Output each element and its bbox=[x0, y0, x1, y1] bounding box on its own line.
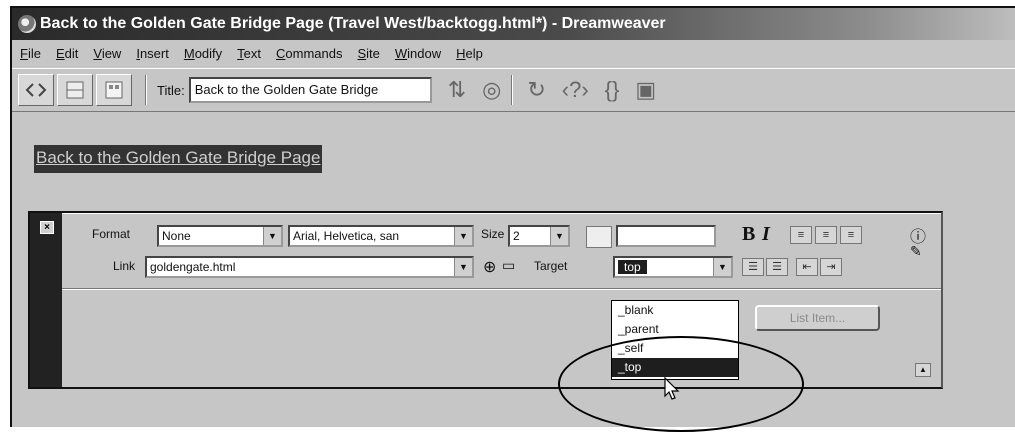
chevron-down-icon: ▼ bbox=[263, 227, 281, 245]
menu-help[interactable]: Help bbox=[456, 46, 483, 61]
format-value: None bbox=[162, 229, 191, 243]
close-icon[interactable]: × bbox=[40, 221, 54, 234]
link-input[interactable]: goldengate.html ▼ bbox=[145, 256, 474, 278]
text-outdent-icon[interactable]: ⇤ bbox=[796, 258, 818, 276]
browse-folder-icon[interactable]: ▭ bbox=[502, 257, 515, 274]
format-label: Format bbox=[92, 227, 131, 241]
view-options-icon[interactable]: ▣ bbox=[635, 77, 656, 103]
refresh-icon[interactable]: ↻ bbox=[527, 77, 545, 103]
toolbar-separator bbox=[511, 75, 514, 105]
page-title-input[interactable]: Back to the Golden Gate Bridge bbox=[188, 77, 432, 103]
menu-commands[interactable]: Commands bbox=[276, 46, 342, 61]
font-value: Arial, Helvetica, san bbox=[293, 229, 400, 243]
unordered-list-icon[interactable]: ☰ bbox=[742, 258, 764, 276]
preview-browser-icon[interactable]: ◎ bbox=[482, 77, 501, 103]
target-value: top bbox=[618, 260, 647, 274]
menu-site[interactable]: Site bbox=[357, 46, 379, 61]
text-color-swatch[interactable] bbox=[586, 226, 612, 248]
target-option-blank[interactable]: _blank bbox=[612, 301, 738, 320]
format-select[interactable]: None ▼ bbox=[157, 225, 283, 247]
menu-insert[interactable]: Insert bbox=[136, 46, 169, 61]
title-bar: Back to the Golden Gate Bridge Page (Tra… bbox=[12, 8, 1015, 40]
text-color-input[interactable] bbox=[616, 225, 716, 247]
expand-arrow-icon[interactable]: ▲ bbox=[915, 363, 931, 377]
align-left-icon[interactable]: ≡ bbox=[790, 226, 812, 244]
list-item-button[interactable]: List Item... bbox=[755, 305, 880, 331]
property-inspector: × Format None ▼ Arial, Helvetica, san ▼ … bbox=[28, 211, 943, 389]
size-select[interactable]: 2 ▼ bbox=[508, 225, 570, 247]
split-view-icon bbox=[66, 81, 84, 99]
code-navigation-icon[interactable]: {} bbox=[605, 77, 620, 103]
inspector-divider bbox=[62, 288, 941, 290]
menu-window[interactable]: Window bbox=[395, 46, 441, 61]
menu-modify[interactable]: Modify bbox=[184, 46, 222, 61]
point-to-file-icon[interactable]: ⊕ bbox=[483, 257, 496, 277]
target-select[interactable]: top ▼ bbox=[613, 256, 733, 278]
split-view-button[interactable] bbox=[57, 74, 93, 106]
target-label: Target bbox=[534, 259, 568, 273]
menu-text[interactable]: Text bbox=[237, 46, 261, 61]
menu-file[interactable]: File bbox=[20, 46, 41, 61]
align-right-icon[interactable]: ≡ bbox=[840, 226, 862, 244]
bold-button[interactable]: B bbox=[742, 223, 755, 246]
code-view-icon bbox=[25, 83, 47, 97]
menu-bar: File Edit View Insert Modify Text Comman… bbox=[12, 41, 1015, 65]
chevron-down-icon: ▼ bbox=[713, 258, 731, 276]
quick-tag-editor-icon[interactable]: ✎ bbox=[910, 243, 922, 260]
window-title: Back to the Golden Gate Bridge Page (Tra… bbox=[40, 15, 666, 32]
inspector-grip-strip[interactable] bbox=[30, 213, 62, 387]
dreamweaver-app-icon bbox=[18, 15, 36, 33]
size-label: Size bbox=[481, 227, 505, 241]
align-center-icon[interactable]: ≡ bbox=[815, 226, 837, 244]
size-value: 2 bbox=[513, 229, 520, 243]
ordered-list-icon[interactable]: ☰ bbox=[766, 258, 788, 276]
text-indent-icon[interactable]: ⇥ bbox=[820, 258, 842, 276]
chevron-down-icon: ▼ bbox=[550, 227, 568, 245]
selected-link-text[interactable]: Back to the Golden Gate Bridge Page bbox=[34, 145, 323, 173]
document-toolbar: Title: Back to the Golden Gate Bridge ⇅ … bbox=[12, 68, 1015, 112]
design-view-button[interactable] bbox=[96, 74, 132, 106]
toolbar-separator bbox=[145, 75, 147, 105]
title-label: Title: bbox=[157, 82, 185, 98]
highlight-ellipse bbox=[558, 336, 804, 432]
chevron-down-icon: ▼ bbox=[454, 227, 472, 245]
mouse-pointer-icon bbox=[664, 377, 680, 400]
file-management-icon[interactable]: ⇅ bbox=[448, 77, 466, 103]
code-view-button[interactable] bbox=[18, 74, 54, 106]
reference-icon[interactable]: ‹?› bbox=[562, 77, 589, 103]
font-select[interactable]: Arial, Helvetica, san ▼ bbox=[288, 225, 474, 247]
design-view-icon bbox=[105, 81, 123, 99]
menu-edit[interactable]: Edit bbox=[56, 46, 78, 61]
link-value: goldengate.html bbox=[150, 260, 236, 274]
menu-view[interactable]: View bbox=[93, 46, 121, 61]
chevron-down-icon: ▼ bbox=[454, 258, 472, 276]
italic-button[interactable]: I bbox=[762, 223, 770, 246]
link-label: Link bbox=[113, 259, 136, 273]
